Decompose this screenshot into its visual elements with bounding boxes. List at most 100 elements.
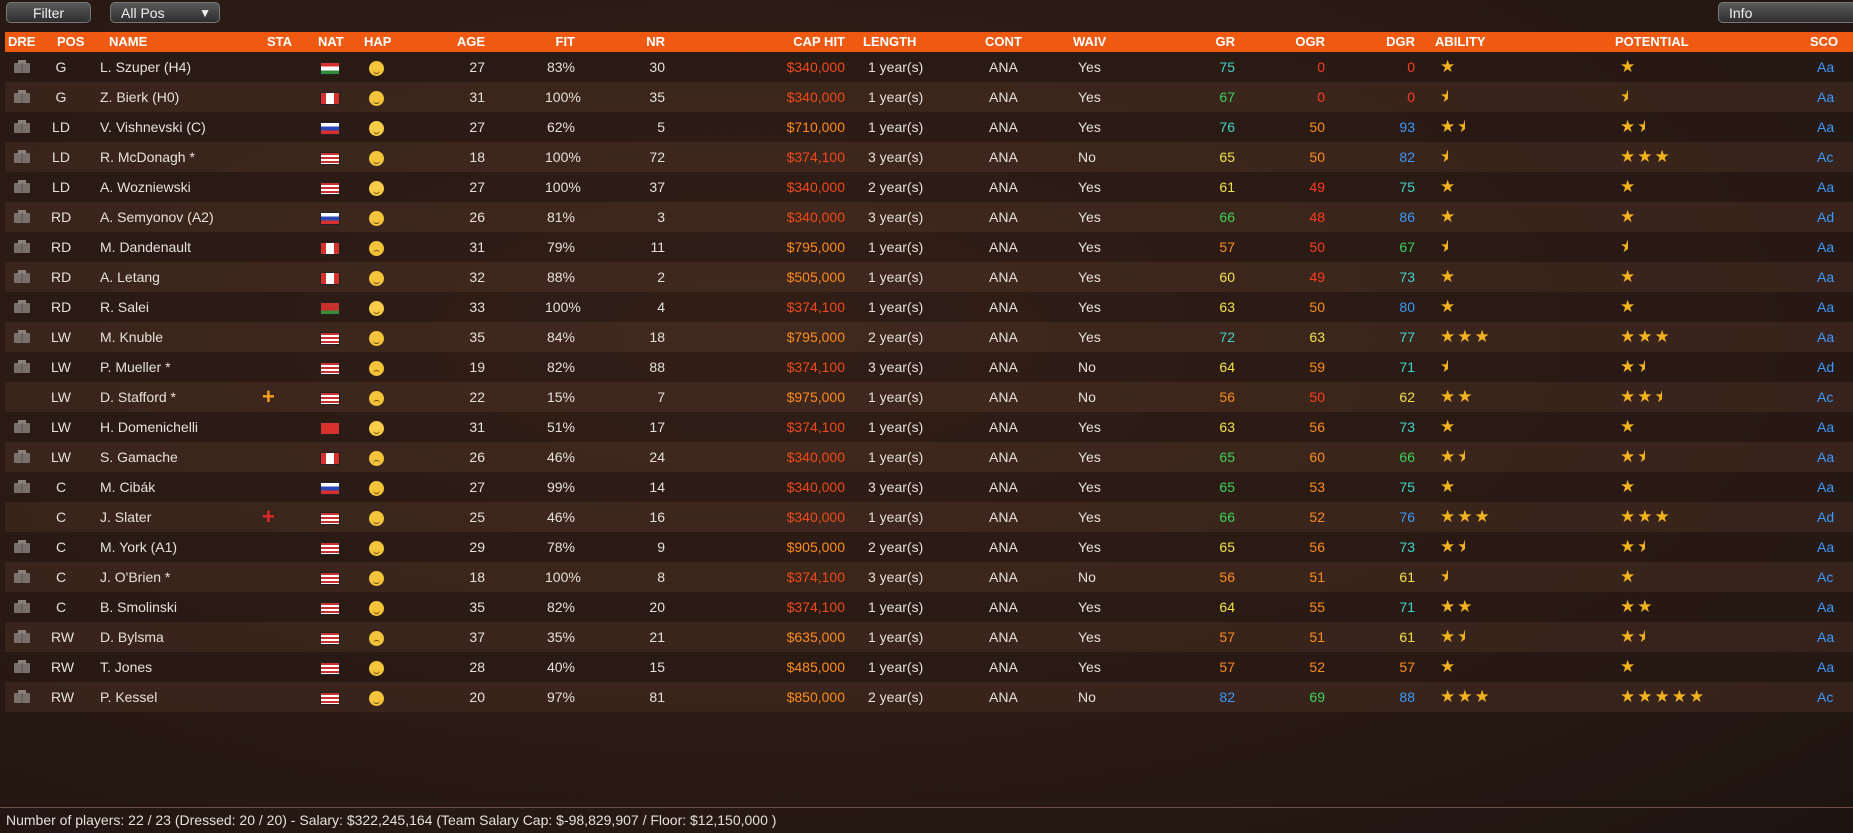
table-row[interactable]: G Z. Bierk (H0) 31 100% 35 $340,000 1 year(s) A… [5,82,1853,112]
cell-name[interactable]: M. York (A1) [100,532,177,562]
table-row[interactable]: C J. Slater 25 46% 16 $340,000 1 year(s) ANA Yes… [5,502,1853,532]
col-waiv[interactable]: WAIV [1073,32,1106,52]
cell-name[interactable]: H. Domenichelli [100,412,198,442]
dress-icon[interactable] [13,60,31,74]
table-row[interactable]: LW M. Knuble 35 84% 18 $795,000 2 year(s) ANA Ye… [5,322,1853,352]
table-row[interactable]: LW H. Domenichelli 31 51% 17 $374,100 1 year(s… [5,412,1853,442]
cell-length: 3 year(s) [868,209,924,225]
dress-icon[interactable] [13,300,31,314]
cell-name[interactable]: Z. Bierk (H0) [100,82,179,112]
cell-name[interactable]: V. Vishnevski (C) [100,112,206,142]
dress-icon[interactable] [13,600,31,614]
cell-name[interactable]: B. Smolinski [100,592,177,622]
cell-cont: ANA [989,539,1018,555]
col-age[interactable]: AGE [455,32,485,52]
col-dre[interactable]: DRE [8,32,35,52]
cell-name[interactable]: A. Letang [100,262,160,292]
table-row[interactable]: LW P. Mueller * 19 82% 88 $374,100 3 year(s) AN… [5,352,1853,382]
dress-icon[interactable] [13,210,31,224]
col-dgr[interactable]: DGR [1385,32,1415,52]
cell-name[interactable]: T. Jones [100,652,152,682]
dress-icon[interactable] [13,120,31,134]
cell-nr: 2 [657,269,665,285]
cell-age: 27 [469,179,485,195]
cell-name[interactable]: R. McDonagh * [100,142,195,172]
col-nr[interactable]: NR [635,32,665,52]
cell-name[interactable]: P. Kessel [100,682,157,712]
dress-icon[interactable] [13,450,31,464]
table-row[interactable]: LW S. Gamache 26 46% 24 $340,000 1 year(s) ANA Y… [5,442,1853,472]
dress-icon[interactable] [13,660,31,674]
col-sco[interactable]: SCO [1810,32,1838,52]
info-dropdown[interactable]: Info [1718,2,1853,23]
table-row[interactable]: LW D. Stafford * 22 15% 7 $975,000 1 year(s) AN… [5,382,1853,412]
cell-name[interactable]: L. Szuper (H4) [100,52,191,82]
cell-name[interactable]: S. Gamache [100,442,178,472]
table-row[interactable]: LD V. Vishnevski (C) 27 62% 5 $710,000 1 year(… [5,112,1853,142]
dress-icon[interactable] [13,420,31,434]
cell-name[interactable]: D. Stafford * [100,382,176,412]
dress-icon[interactable] [13,90,31,104]
col-nat[interactable]: NAT [318,32,344,52]
cell-nr: 35 [649,89,665,105]
col-length[interactable]: LENGTH [863,32,916,52]
table-row[interactable]: RW T. Jones 28 40% 15 $485,000 1 year(s) ANA Yes… [5,652,1853,682]
col-cont[interactable]: CONT [985,32,1022,52]
col-potential[interactable]: POTENTIAL [1615,32,1689,52]
table-row[interactable]: RD M. Dandenault 31 79% 11 $795,000 1 year(s) A… [5,232,1853,262]
dress-icon[interactable] [13,630,31,644]
dress-icon[interactable] [13,240,31,254]
dress-icon[interactable] [13,270,31,284]
col-ability[interactable]: ABILITY [1435,32,1486,52]
dress-icon[interactable] [13,360,31,374]
potential-stars: ★ [1620,82,1628,112]
col-ogr[interactable]: OGR [1295,32,1325,52]
cell-name[interactable]: J. O'Brien * [100,562,170,592]
cell-name[interactable]: A. Semyonov (A2) [100,202,214,232]
dress-icon[interactable] [13,480,31,494]
cell-name[interactable]: R. Salei [100,292,149,322]
table-row[interactable]: RD R. Salei 33 100% 4 $374,100 1 year(s) ANA Yes… [5,292,1853,322]
table-row[interactable]: RD A. Semyonov (A2) 26 81% 3 $340,000 3 year(s… [5,202,1853,232]
filter-button[interactable]: Filter [6,2,91,23]
col-cap-hit[interactable]: CAP HIT [765,32,845,52]
col-gr[interactable]: GR [1205,32,1236,52]
position-dropdown[interactable]: All Pos ▼ [110,2,220,23]
cell-name[interactable]: D. Bylsma [100,622,164,652]
col-fit[interactable]: FIT [545,32,576,52]
cell-name[interactable]: A. Wozniewski [100,172,191,202]
cell-cont: ANA [989,269,1018,285]
dress-icon[interactable] [13,180,31,194]
cell-name[interactable]: M. Dandenault [100,232,191,262]
ability-stars: ★ [1440,267,1458,286]
table-row[interactable]: RW P. Kessel 20 97% 81 $850,000 2 year(s) ANA No… [5,682,1853,712]
table-row[interactable]: G L. Szuper (H4) 27 83% 30 $340,000 1 year(s) A… [5,52,1853,82]
dress-icon[interactable] [13,330,31,344]
cell-name[interactable]: M. Knuble [100,322,163,352]
cell-name[interactable]: J. Slater [100,502,151,532]
table-row[interactable]: C J. O'Brien * 18 100% 8 $374,100 3 year(s) ANA… [5,562,1853,592]
cell-name[interactable]: P. Mueller * [100,352,171,382]
table-row[interactable]: C B. Smolinski 35 82% 20 $374,100 1 year(s) ANA… [5,592,1853,622]
cell-pos: LW [51,329,71,345]
cell-age: 22 [469,389,485,405]
cell-name[interactable]: M. Cibák [100,472,155,502]
cell-age: 33 [469,299,485,315]
dress-icon[interactable] [13,690,31,704]
table-row[interactable]: LD R. McDonagh * 18 100% 72 $374,100 3 year(s)… [5,142,1853,172]
dress-icon[interactable] [13,570,31,584]
table-row[interactable]: C M. York (A1) 29 78% 9 $905,000 2 year(s) ANA Y… [5,532,1853,562]
dress-icon[interactable] [13,540,31,554]
cell-pos: LD [52,149,70,165]
col-pos[interactable]: POS [57,32,84,52]
table-row[interactable]: RW D. Bylsma 37 35% 21 $635,000 1 year(s) ANA Ye… [5,622,1853,652]
col-name[interactable]: NAME [109,32,147,52]
cell-cont: ANA [989,299,1018,315]
table-row[interactable]: LD A. Wozniewski 27 100% 37 $340,000 2 year(s)… [5,172,1853,202]
col-hap[interactable]: HAP [364,32,391,52]
cell-sco: Ac [1817,389,1834,405]
table-row[interactable]: RD A. Letang 32 88% 2 $505,000 1 year(s) ANA Yes… [5,262,1853,292]
dress-icon[interactable] [13,150,31,164]
table-row[interactable]: C M. Cibák 27 99% 14 $340,000 3 year(s) ANA Yes 6… [5,472,1853,502]
col-sta[interactable]: STA [267,32,292,52]
